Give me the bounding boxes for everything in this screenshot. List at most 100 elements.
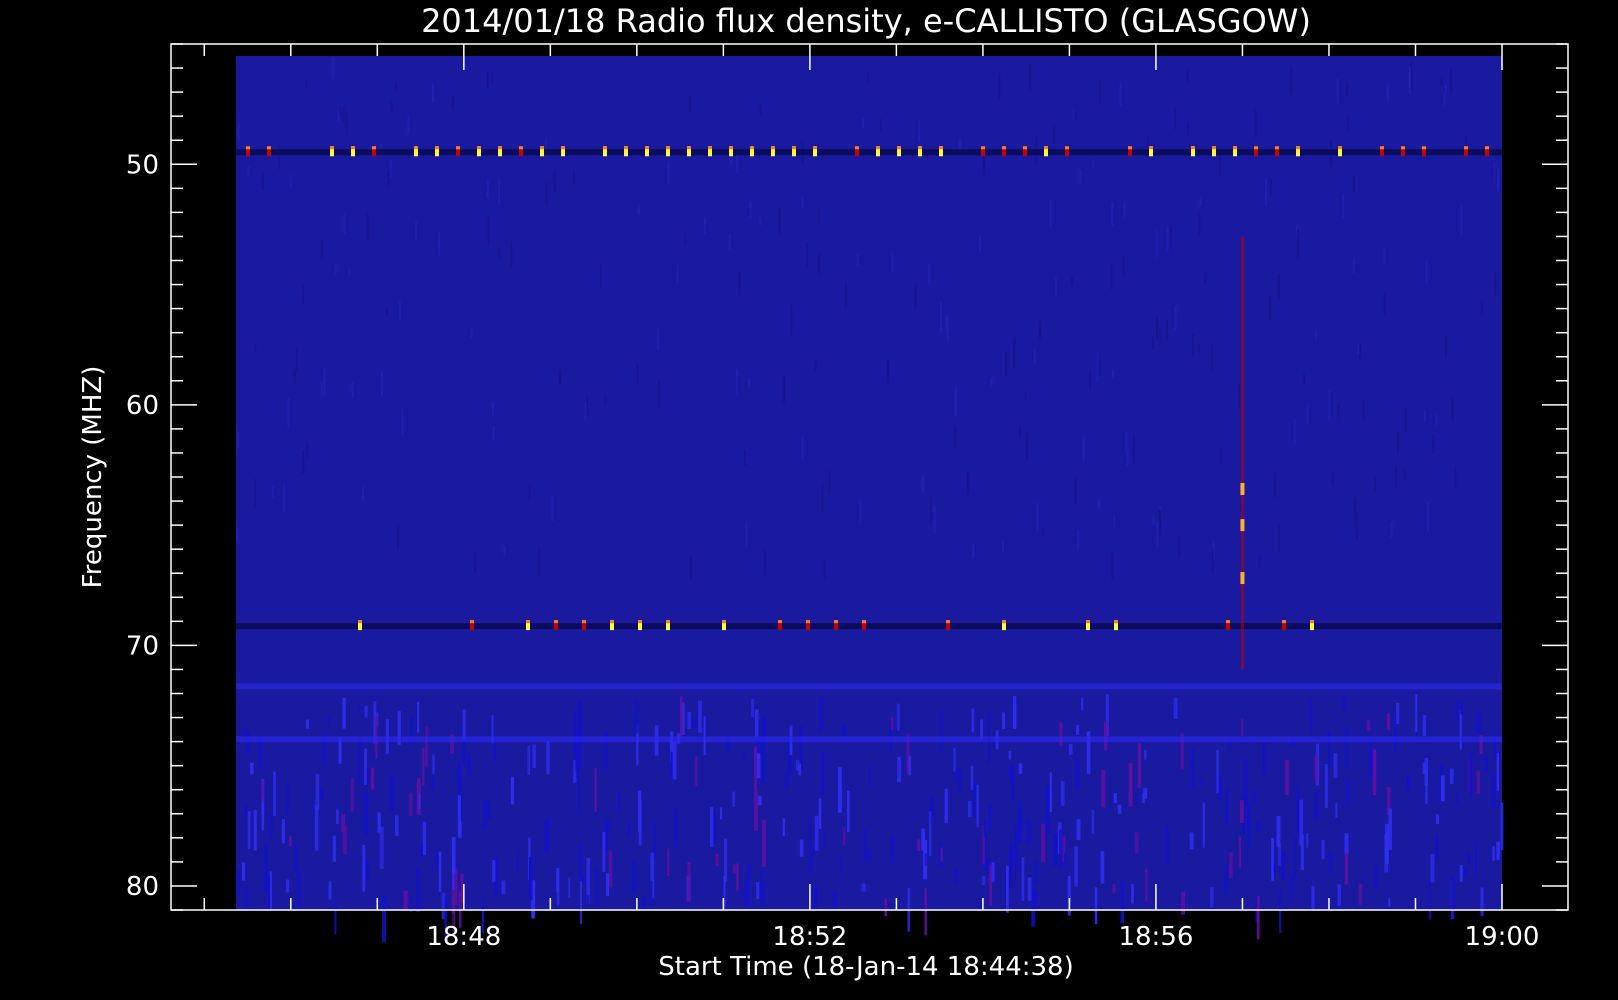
burst-streak xyxy=(1435,814,1440,825)
burst-streak xyxy=(1103,721,1108,751)
burst-streak xyxy=(342,825,347,855)
noise-streak xyxy=(1440,75,1443,87)
burst-streak xyxy=(1346,778,1350,808)
noise-streak xyxy=(558,370,561,387)
noise-streak xyxy=(236,431,239,449)
interference-marker-edge xyxy=(638,620,642,624)
noise-streak xyxy=(604,395,607,405)
burst-streak xyxy=(1191,757,1195,770)
noise-streak xyxy=(1039,320,1042,340)
burst-streak xyxy=(1459,864,1463,882)
burst-streak xyxy=(1137,742,1141,789)
burst-streak xyxy=(403,890,408,910)
noise-streak xyxy=(438,232,441,256)
burst-streak xyxy=(332,835,336,862)
burst-streak xyxy=(315,774,320,810)
interference-marker-edge xyxy=(1310,620,1314,624)
burst-streak xyxy=(362,845,366,892)
burst-streak xyxy=(981,875,986,885)
interference-marker-edge xyxy=(855,146,859,150)
noise-streak xyxy=(1290,66,1293,95)
plot-area xyxy=(236,56,1504,943)
noise-streak xyxy=(844,282,847,308)
noise-streak xyxy=(337,111,340,122)
burst-streak xyxy=(1210,887,1214,908)
burst-streak xyxy=(703,716,706,756)
burst-streak xyxy=(1372,749,1377,796)
burst-streak xyxy=(1010,842,1014,873)
burst-streak xyxy=(1224,864,1228,895)
burst-streak xyxy=(273,771,276,817)
noise-streak xyxy=(600,263,603,289)
burst-streak xyxy=(1053,833,1057,866)
noise-streak xyxy=(1497,168,1500,191)
interference-marker-edge xyxy=(1002,620,1006,624)
burst-streak xyxy=(1200,778,1204,788)
interference-marker-edge xyxy=(1464,146,1468,150)
burst-streak xyxy=(714,812,717,845)
noise-streak xyxy=(1386,84,1389,101)
noise-streak xyxy=(1013,338,1016,368)
noise-streak xyxy=(407,116,410,133)
interference-marker-edge xyxy=(771,146,775,150)
burst-streak xyxy=(1290,875,1294,901)
burst-streak xyxy=(1460,700,1463,715)
noise-streak xyxy=(998,73,1001,102)
noise-streak xyxy=(1018,425,1021,438)
burst-streak xyxy=(698,700,702,733)
burst-streak xyxy=(1344,833,1349,854)
burst-streak xyxy=(1012,696,1017,729)
burst-streak xyxy=(334,898,337,935)
noise-streak xyxy=(1191,334,1194,358)
burst-streak xyxy=(1181,892,1186,915)
x-tick-label: 18:52 xyxy=(772,922,847,952)
burst-streak xyxy=(719,807,723,820)
burst-streak xyxy=(1018,763,1023,774)
noise-streak xyxy=(778,207,781,236)
noise-streak xyxy=(1383,290,1386,318)
noise-streak xyxy=(432,83,435,102)
burst-streak xyxy=(253,809,257,851)
interference-marker-edge xyxy=(498,146,502,150)
burst-streak xyxy=(1027,818,1031,845)
burst-streak xyxy=(642,896,646,909)
noise-streak xyxy=(1352,260,1355,274)
noise-streak xyxy=(1273,472,1276,498)
burst-streak xyxy=(908,755,912,776)
interference-marker-edge xyxy=(981,146,985,150)
burst-streak xyxy=(973,780,976,816)
noise-streak xyxy=(929,497,932,526)
noise-streak xyxy=(1156,521,1159,549)
burst-streak xyxy=(241,862,246,881)
noise-streak xyxy=(1331,472,1334,486)
burst-streak xyxy=(809,842,813,871)
burst-streak xyxy=(1440,775,1445,802)
noise-streak xyxy=(289,174,292,188)
interference-marker-edge xyxy=(1114,620,1118,624)
noise-streak xyxy=(954,425,957,449)
interference-marker-edge xyxy=(722,620,726,624)
burst-streak xyxy=(1189,832,1194,850)
spike-hotspot xyxy=(1240,572,1245,585)
burst-streak xyxy=(747,864,751,905)
interference-marker-edge xyxy=(1212,146,1216,150)
burst-streak xyxy=(672,741,677,780)
noise-streak xyxy=(498,247,501,259)
burst-streak xyxy=(1388,808,1392,851)
interference-marker-edge xyxy=(414,146,418,150)
interference-marker-edge xyxy=(1128,146,1132,150)
noise-streak xyxy=(1269,295,1272,321)
noise-streak xyxy=(293,370,296,384)
burst-streak xyxy=(342,697,346,729)
noise-streak xyxy=(320,381,323,400)
burst-streak xyxy=(732,791,735,808)
burst-streak xyxy=(409,792,413,816)
burst-streak xyxy=(410,715,413,734)
burst-streak xyxy=(1173,697,1178,719)
burst-streak xyxy=(761,882,765,905)
noise-streak xyxy=(503,546,506,557)
burst-streak xyxy=(394,815,399,836)
spike-core xyxy=(1240,236,1244,670)
burst-streak xyxy=(1337,884,1342,906)
interference-marker-edge xyxy=(519,146,523,150)
